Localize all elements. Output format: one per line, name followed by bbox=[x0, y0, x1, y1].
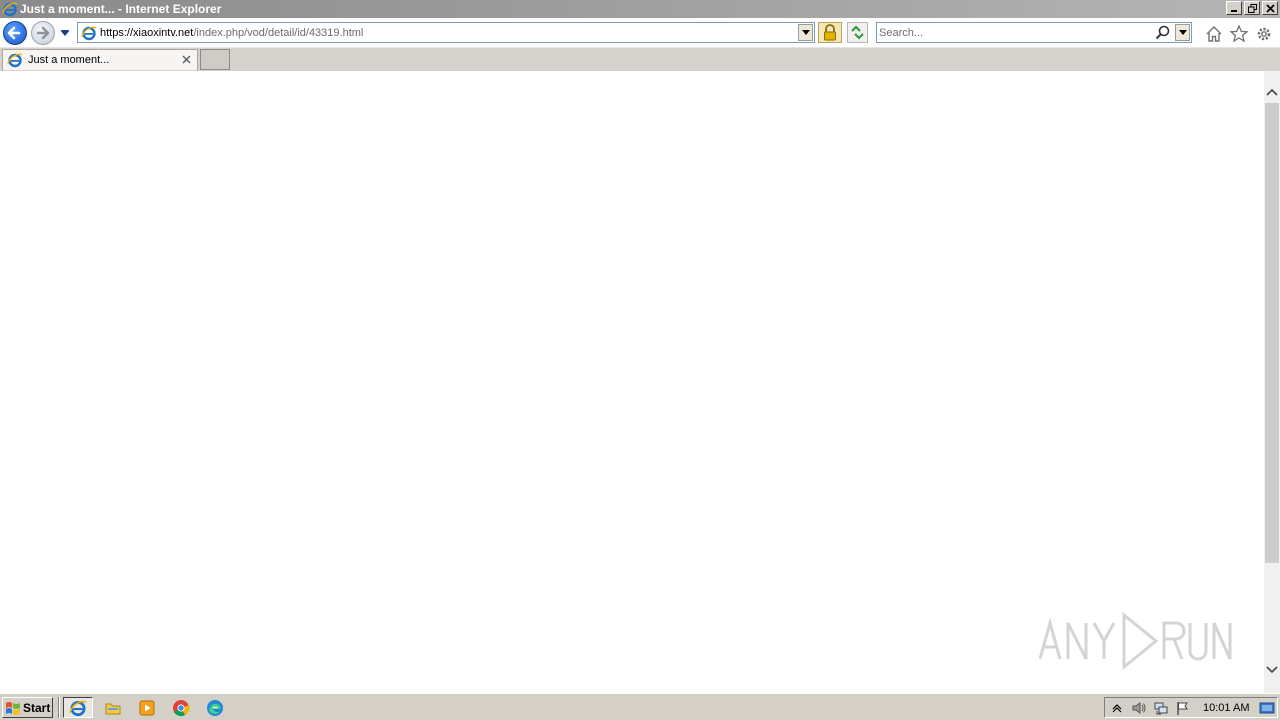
restore-icon bbox=[1247, 3, 1257, 13]
compatibility-refresh-button[interactable] bbox=[847, 22, 868, 43]
chevron-down-icon bbox=[1178, 29, 1187, 35]
forward-button[interactable] bbox=[31, 21, 55, 45]
start-label: Start bbox=[23, 700, 51, 715]
chevron-down-icon bbox=[801, 29, 810, 35]
taskbar-media-player[interactable] bbox=[132, 697, 162, 718]
arrow-left-icon bbox=[7, 26, 21, 40]
tab-ie-icon bbox=[7, 53, 23, 68]
arrow-right-icon bbox=[36, 26, 50, 40]
minimize-icon bbox=[1231, 10, 1237, 12]
minimize-button[interactable] bbox=[1226, 1, 1242, 15]
page-content bbox=[0, 71, 1264, 693]
address-dropdown-button[interactable] bbox=[798, 24, 813, 41]
restore-button[interactable] bbox=[1244, 1, 1260, 15]
url-path: /index.php/vod/detail/id/43319.html bbox=[193, 27, 364, 39]
taskbar-file-explorer[interactable] bbox=[98, 697, 128, 718]
scroll-down-icon[interactable] bbox=[1264, 663, 1280, 677]
internet-explorer-icon bbox=[2, 2, 18, 17]
taskbar-internet-explorer[interactable] bbox=[63, 697, 93, 718]
url-host: https://xiaoxintv.net bbox=[100, 27, 194, 39]
search-input[interactable] bbox=[879, 25, 1151, 40]
chrome-icon bbox=[173, 699, 190, 716]
taskbar-separator bbox=[58, 697, 60, 718]
media-player-icon bbox=[139, 700, 155, 715]
close-tab-icon[interactable] bbox=[181, 54, 192, 65]
close-button[interactable] bbox=[1262, 1, 1278, 15]
folder-icon bbox=[105, 703, 121, 714]
system-tray: 10:01 AM bbox=[1104, 697, 1278, 718]
favorites-star-icon[interactable] bbox=[1229, 24, 1249, 44]
scroll-thumb[interactable] bbox=[1265, 103, 1279, 563]
tab-title: Just a moment... bbox=[28, 54, 110, 66]
search-box[interactable] bbox=[876, 22, 1192, 43]
close-icon bbox=[1265, 3, 1275, 13]
taskbar: Start 10:01 AM bbox=[0, 693, 1280, 720]
window-title: Just a moment... - Internet Explorer bbox=[20, 2, 222, 16]
anyrun-watermark-logo bbox=[1038, 611, 1232, 671]
windows-flag-icon bbox=[6, 701, 20, 715]
refresh-icon bbox=[851, 25, 864, 40]
title-bar: Just a moment... - Internet Explorer bbox=[0, 0, 1280, 18]
lock-icon bbox=[824, 24, 836, 41]
tab-active[interactable]: Just a moment... bbox=[2, 49, 198, 70]
search-dropdown-button[interactable] bbox=[1175, 24, 1190, 41]
taskbar-chrome[interactable] bbox=[166, 697, 196, 718]
start-button[interactable]: Start bbox=[2, 697, 53, 718]
address-bar[interactable]: https://xiaoxintv.net/index.php/vod/deta… bbox=[77, 22, 815, 43]
recent-pages-dropdown-icon[interactable] bbox=[60, 29, 70, 37]
back-button[interactable] bbox=[3, 21, 27, 45]
taskbar-edge[interactable] bbox=[200, 697, 230, 718]
show-hidden-icons-icon[interactable] bbox=[1109, 700, 1125, 716]
internet-explorer-icon bbox=[69, 700, 87, 716]
address-url[interactable]: https://xiaoxintv.net/index.php/vod/deta… bbox=[100, 27, 363, 39]
action-center-flag-icon[interactable] bbox=[1175, 700, 1191, 716]
vertical-scrollbar[interactable] bbox=[1264, 71, 1280, 693]
navigation-bar: https://xiaoxintv.net/index.php/vod/deta… bbox=[0, 18, 1280, 48]
scroll-up-icon[interactable] bbox=[1264, 85, 1280, 99]
page-ie-icon bbox=[81, 26, 97, 41]
window-controls bbox=[1226, 1, 1278, 15]
new-tab-button[interactable] bbox=[200, 49, 230, 70]
security-lock-button[interactable] bbox=[818, 22, 842, 43]
home-icon[interactable] bbox=[1204, 24, 1224, 44]
gear-icon[interactable] bbox=[1254, 24, 1274, 44]
volume-icon[interactable] bbox=[1131, 700, 1147, 716]
edge-icon bbox=[207, 699, 223, 716]
clock[interactable]: 10:01 AM bbox=[1203, 702, 1249, 714]
search-icon[interactable] bbox=[1154, 24, 1171, 41]
show-desktop-icon[interactable] bbox=[1259, 700, 1275, 716]
tab-bar: Just a moment... bbox=[0, 48, 1280, 71]
network-icon[interactable] bbox=[1153, 700, 1169, 716]
